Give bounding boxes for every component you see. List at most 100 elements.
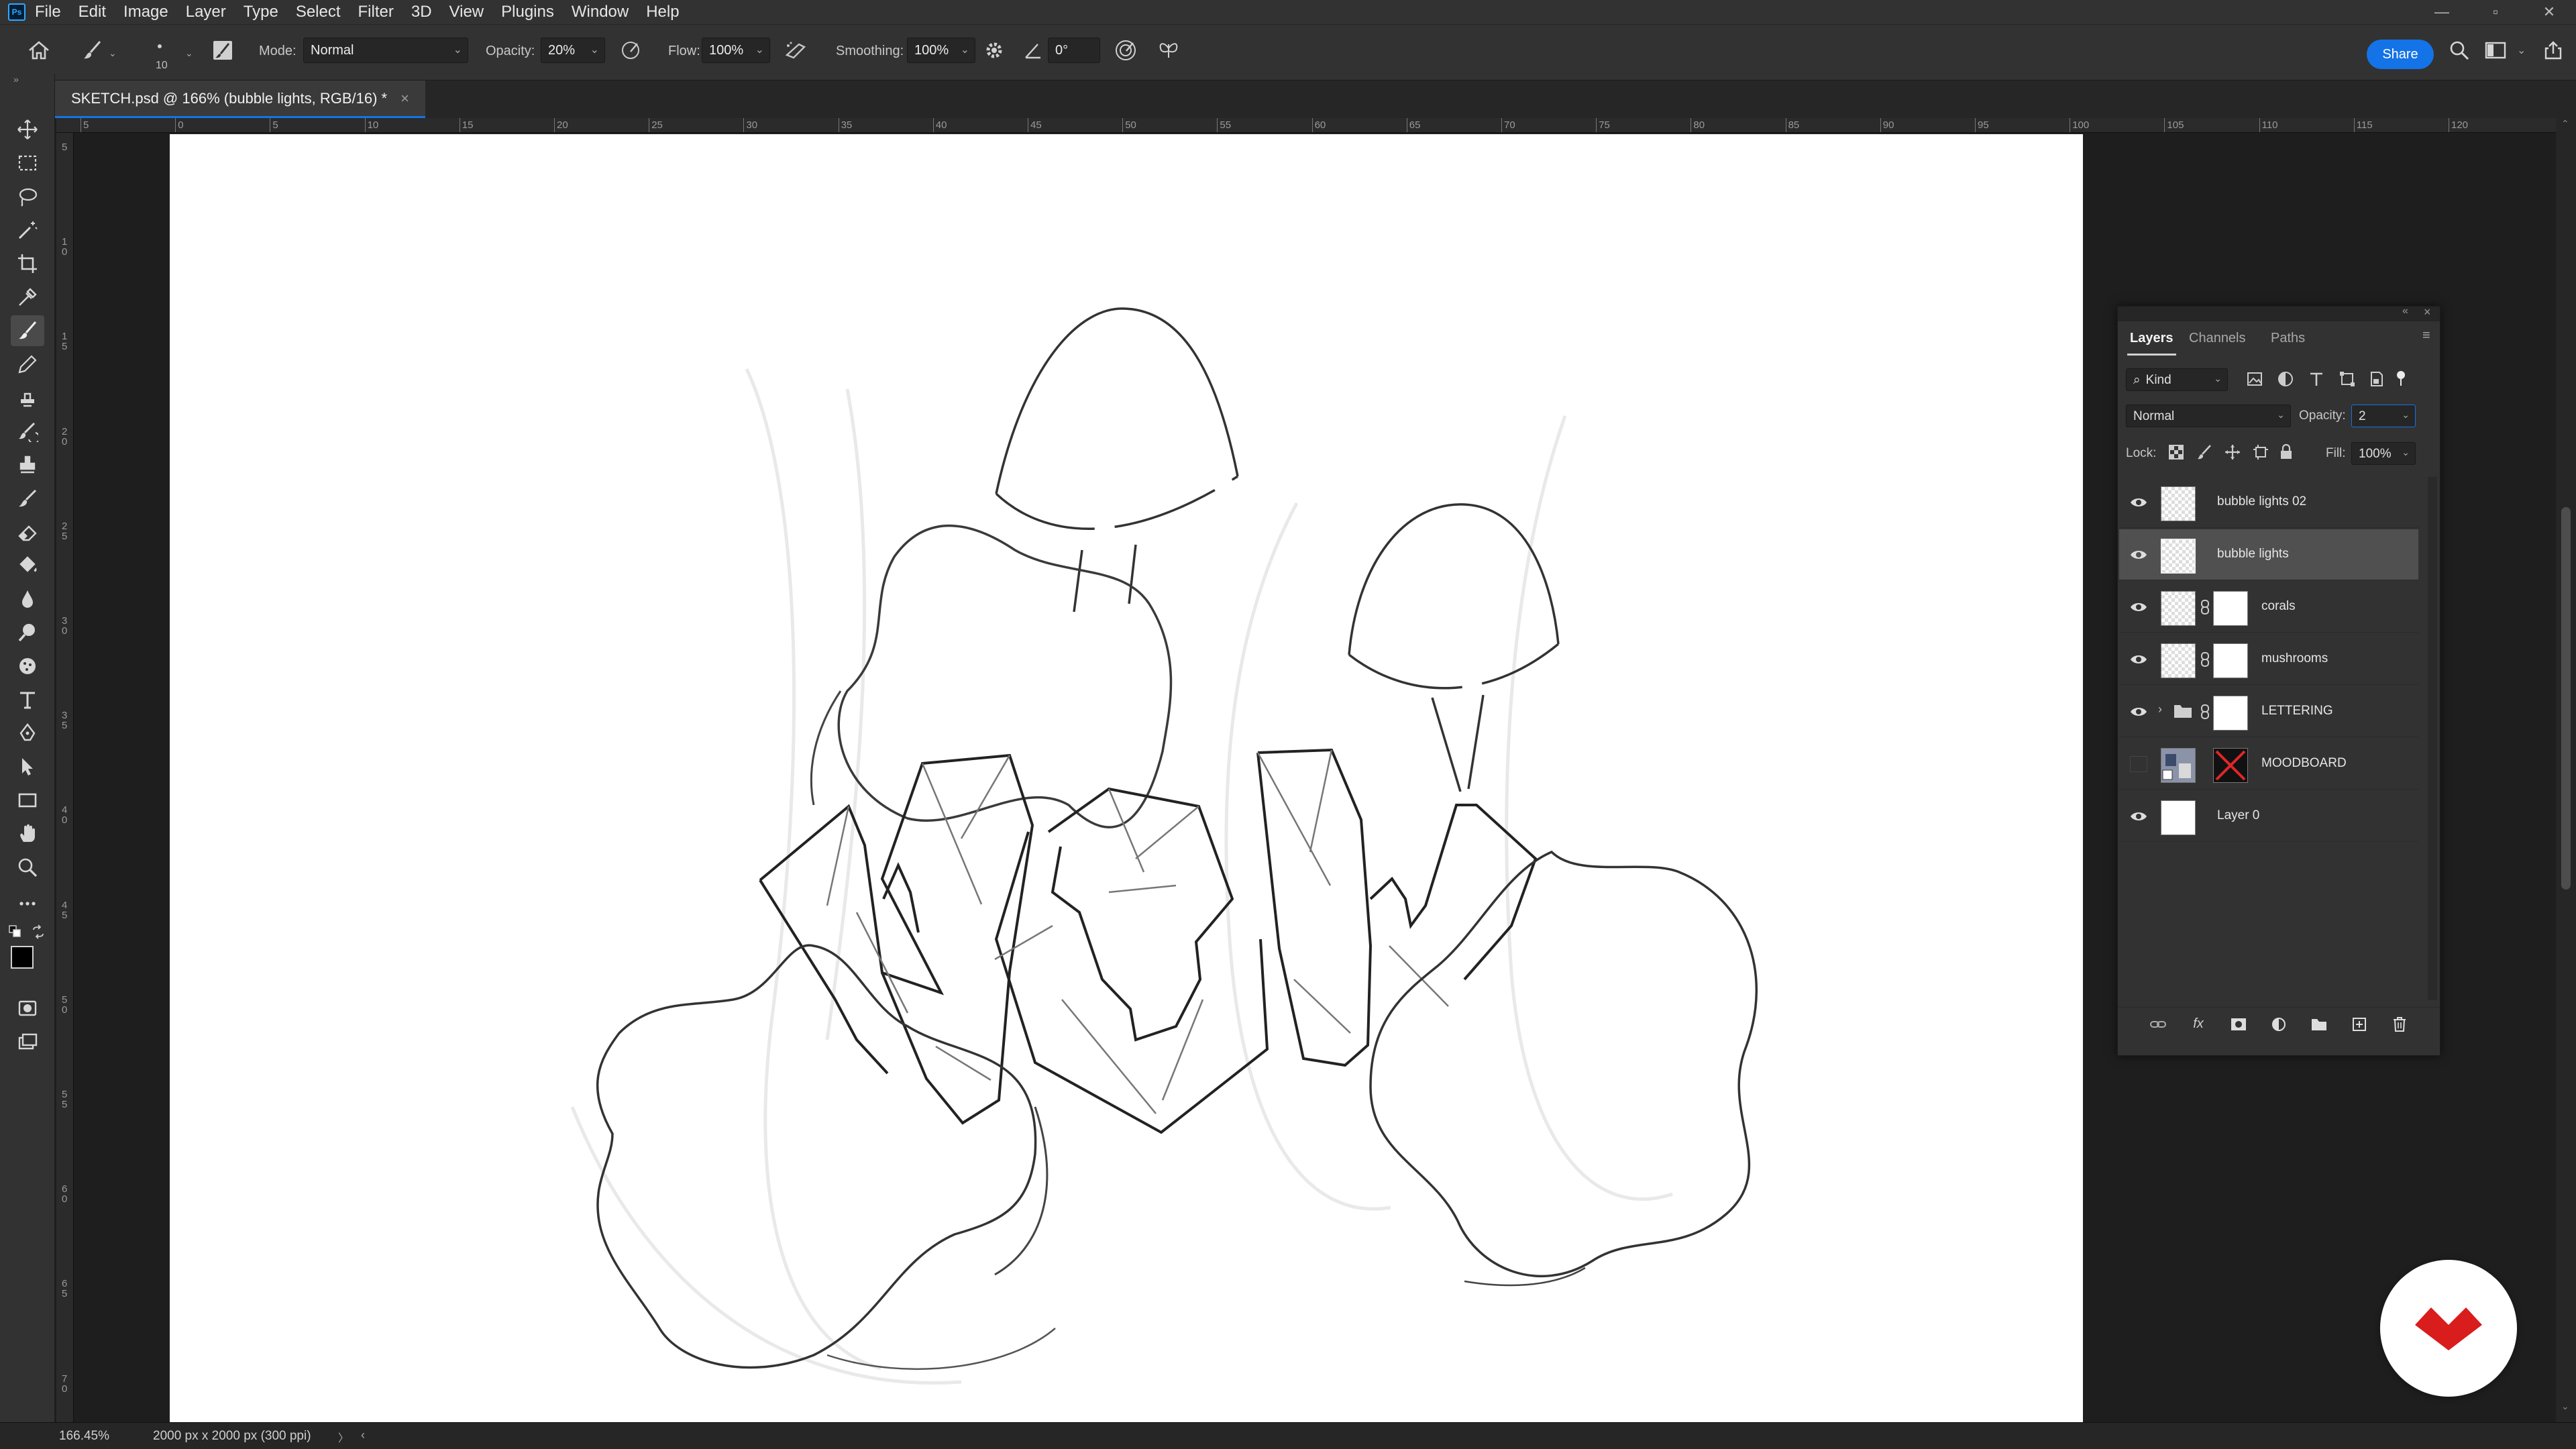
paint-bucket-tool-icon[interactable] (11, 550, 44, 581)
lock-position-icon[interactable] (2224, 443, 2241, 464)
chevron-down-icon[interactable]: ⌄ (185, 48, 193, 59)
zoom-tool-icon[interactable] (11, 852, 44, 883)
layer-row-mushrooms[interactable]: mushrooms (2119, 634, 2418, 685)
clone-stamp-tool-icon[interactable] (11, 382, 44, 413)
expand-group-chevron-icon[interactable]: › (2158, 702, 2162, 716)
link-layers-icon[interactable] (2147, 1014, 2169, 1035)
menu-type[interactable]: Type (244, 3, 278, 21)
filter-smart-objects-icon[interactable] (2367, 370, 2386, 392)
document-canvas[interactable] (170, 134, 2083, 1422)
layer-row-layer-0[interactable]: Layer 0 (2119, 791, 2418, 842)
layer-mask-thumbnail[interactable] (2213, 696, 2248, 731)
eyedropper-tool-icon[interactable] (11, 282, 44, 313)
layer-row-bubble-lights[interactable]: bubble lights (2119, 529, 2418, 580)
eraser-tool-icon[interactable] (11, 517, 44, 547)
share-button[interactable]: Share (2367, 40, 2434, 69)
brush-size-preview-icon[interactable] (153, 40, 166, 56)
layer-row-lettering-group[interactable]: › LETTERING (2119, 686, 2418, 737)
visibility-eye-icon[interactable] (2130, 808, 2147, 824)
swap-colors-icon[interactable] (31, 924, 46, 943)
menu-help[interactable]: Help (646, 3, 679, 21)
smudge-brush-tool-icon[interactable] (11, 483, 44, 514)
collapse-toolbar-icon[interactable]: » (13, 74, 19, 85)
home-icon[interactable] (25, 37, 52, 64)
brush-angle-input[interactable]: 0° (1048, 38, 1100, 63)
path-selection-tool-icon[interactable] (11, 751, 44, 782)
layer-mask-thumbnail[interactable] (2213, 591, 2248, 626)
blend-mode-select[interactable]: Normal ⌄ (2126, 405, 2291, 427)
sponge-tool-icon[interactable] (11, 651, 44, 682)
menu-3d[interactable]: 3D (411, 3, 432, 21)
status-menu-chevron[interactable]: 〉 (338, 1429, 349, 1445)
filter-adjustment-layers-icon[interactable] (2276, 370, 2295, 392)
pressure-size-icon[interactable] (1112, 37, 1139, 64)
scroll-down-icon[interactable]: ⌄ (2561, 1401, 2569, 1412)
visibility-eye-icon[interactable] (2130, 494, 2147, 511)
zoom-level[interactable]: 166.45% (59, 1429, 109, 1444)
lock-all-icon[interactable] (2277, 443, 2295, 464)
rectangle-tool-icon[interactable] (11, 785, 44, 816)
chevron-down-icon[interactable]: ⌄ (109, 48, 117, 59)
new-group-folder-icon[interactable] (2308, 1014, 2330, 1035)
lock-transparent-pixels-icon[interactable] (2167, 443, 2185, 464)
brush-settings-panel-icon[interactable] (209, 37, 236, 64)
foreground-color-swatch[interactable] (11, 946, 34, 969)
scroll-up-icon[interactable]: ⌃ (2561, 118, 2569, 129)
workspace-layout-icon[interactable] (2482, 37, 2509, 64)
delete-layer-trash-icon[interactable] (2389, 1014, 2410, 1035)
lasso-tool-icon[interactable] (11, 181, 44, 212)
layer-style-fx-icon[interactable]: fx (2188, 1014, 2209, 1035)
layer-row-corals[interactable]: corals (2119, 582, 2418, 633)
menu-layer[interactable]: Layer (186, 3, 226, 21)
smoothing-input[interactable]: 100% ⌄ (907, 38, 975, 63)
fill-input[interactable]: 100% ⌄ (2351, 442, 2416, 465)
pen-tool-icon[interactable] (11, 718, 44, 749)
layer-filter-kind-select[interactable]: ⌕ Kind ⌄ (2126, 368, 2228, 391)
menu-plugins[interactable]: Plugins (501, 3, 554, 21)
blur-drop-tool-icon[interactable] (11, 584, 44, 614)
tab-paths[interactable]: Paths (2271, 331, 2305, 346)
menu-view[interactable]: View (449, 3, 484, 21)
layer-row-bubble-lights-02[interactable]: bubble lights 02 (2119, 477, 2418, 528)
dodge-tool-icon[interactable] (11, 617, 44, 648)
pencil-tool-icon[interactable] (11, 349, 44, 380)
minimize-icon[interactable]: — (2415, 0, 2469, 24)
collapse-panel-icon[interactable]: « (2402, 305, 2408, 317)
layers-scrollbar[interactable] (2428, 477, 2437, 1000)
opacity-input[interactable]: 20% ⌄ (541, 38, 605, 63)
pressure-opacity-icon[interactable] (617, 37, 644, 64)
airbrush-icon[interactable] (782, 37, 809, 64)
magic-wand-tool-icon[interactable] (11, 215, 44, 246)
filter-shape-layers-icon[interactable] (2338, 370, 2357, 392)
mode-select[interactable]: Normal ⌄ (303, 38, 468, 63)
chevron-down-icon[interactable]: ⌄ (2517, 44, 2526, 57)
visibility-eye-icon[interactable] (2130, 599, 2147, 615)
lock-artboard-icon[interactable] (2252, 443, 2269, 464)
new-adjustment-layer-icon[interactable] (2268, 1014, 2290, 1035)
smoothing-settings-gear-icon[interactable] (981, 37, 1008, 64)
document-tab[interactable]: SKETCH.psd @ 166% (bubble lights, RGB/16… (55, 80, 425, 118)
lock-image-pixels-icon[interactable] (2196, 443, 2213, 464)
rectangular-marquee-tool-icon[interactable] (11, 148, 44, 178)
add-mask-icon[interactable] (2228, 1014, 2249, 1035)
close-tab-icon[interactable]: × (400, 90, 409, 107)
close-window-icon[interactable]: ✕ (2522, 0, 2576, 24)
visibility-eye-icon[interactable] (2130, 704, 2147, 720)
layer-mask-thumbnail[interactable] (2213, 643, 2248, 678)
visibility-toggle-off[interactable] (2130, 756, 2147, 772)
crop-tool-icon[interactable] (11, 248, 44, 279)
menu-window[interactable]: Window (572, 3, 629, 21)
brush-angle-icon[interactable] (1020, 37, 1046, 64)
filter-toggle-icon[interactable] (2392, 370, 2410, 392)
history-brush-tool-icon[interactable] (11, 416, 44, 447)
filter-pixel-layers-icon[interactable] (2245, 370, 2264, 392)
menu-image[interactable]: Image (123, 3, 168, 21)
brush-tool-icon[interactable] (11, 315, 44, 346)
mask-link-icon[interactable] (2200, 651, 2210, 667)
quick-mask-icon[interactable] (11, 993, 44, 1024)
maximize-icon[interactable]: ▫ (2469, 0, 2522, 24)
type-tool-icon[interactable] (11, 684, 44, 715)
layer-row-moodboard[interactable]: MOODBOARD (2119, 739, 2418, 790)
new-layer-icon[interactable] (2349, 1014, 2370, 1035)
scroll-left-icon[interactable]: ‹ (361, 1428, 365, 1442)
